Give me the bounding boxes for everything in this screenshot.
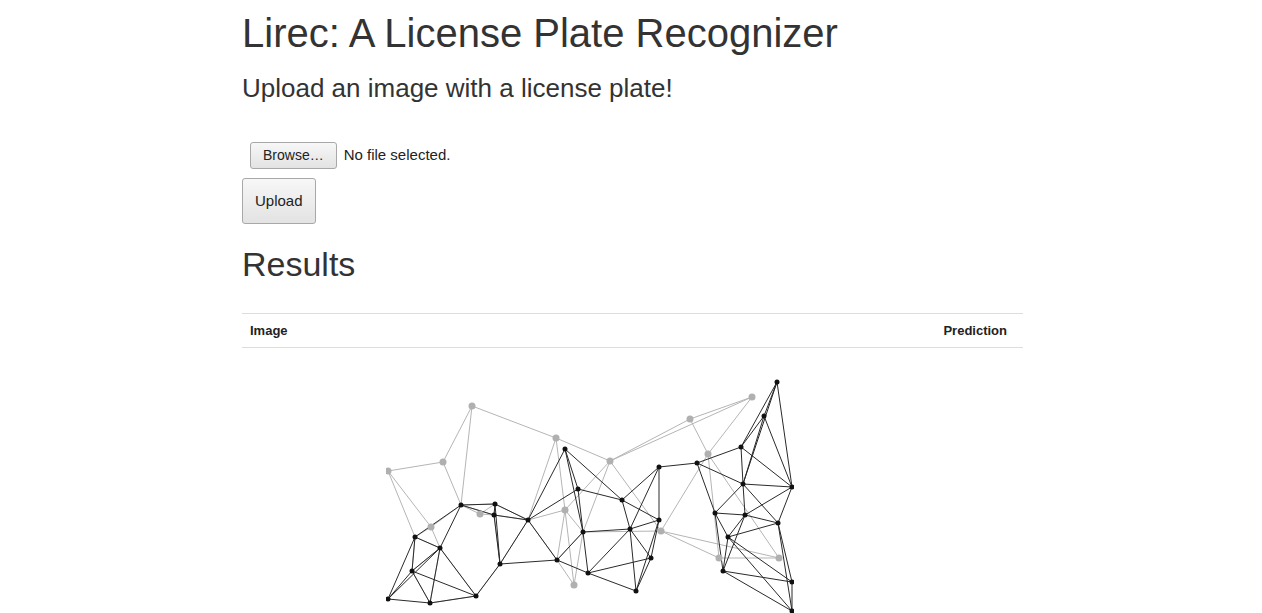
file-status: No file selected.	[344, 144, 451, 167]
prediction-cell	[925, 348, 1023, 613]
file-input[interactable]: Browse… No file selected.	[250, 142, 1023, 169]
page: Lirec: A License Plate Recognizer Upload …	[0, 0, 1262, 613]
content: Lirec: A License Plate Recognizer Upload …	[242, 0, 1023, 613]
results-table: ImagePrediction	[242, 313, 1023, 613]
results-heading: Results	[242, 243, 1023, 285]
result-image	[386, 376, 794, 613]
page-title: Lirec: A License Plate Recognizer	[242, 8, 1023, 58]
image-cell	[242, 348, 925, 613]
table-header-row: ImagePrediction	[242, 314, 1023, 348]
page-subtitle: Upload an image with a license plate!	[242, 72, 1023, 104]
upload-button[interactable]: Upload	[242, 178, 316, 224]
table-column-header: Image	[242, 314, 925, 348]
table-column-header: Prediction	[925, 314, 1023, 348]
table-row	[242, 348, 1023, 613]
browse-button[interactable]: Browse…	[250, 142, 337, 169]
